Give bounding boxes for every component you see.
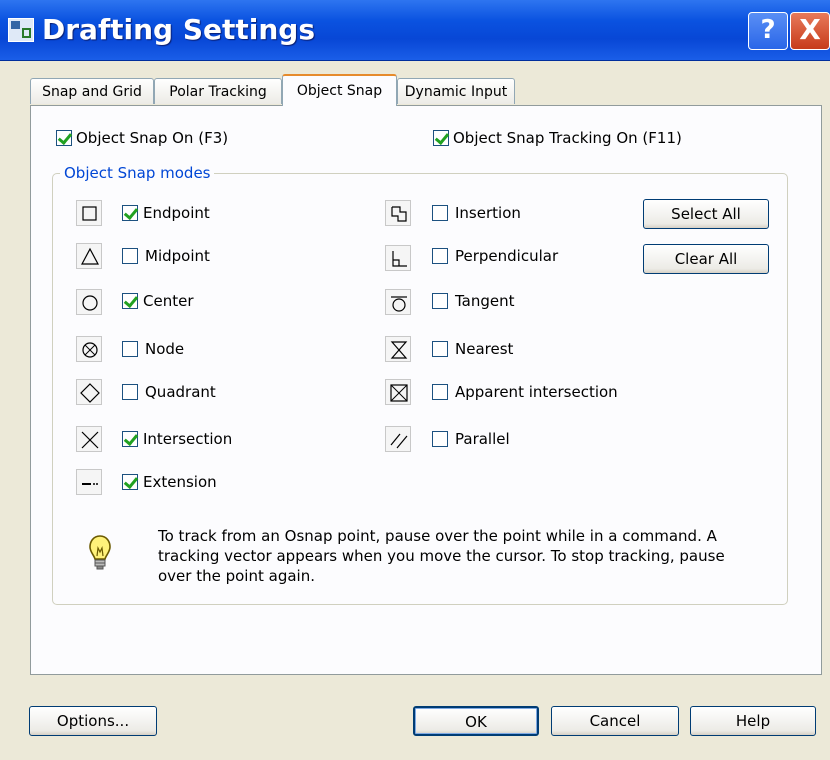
center-label: Center [143, 292, 194, 310]
endpoint-icon [76, 200, 102, 226]
midpoint-icon [76, 243, 102, 269]
node-label: Node [145, 340, 185, 358]
close-icon[interactable]: X [790, 12, 830, 50]
apparent-intersection-checkbox[interactable] [432, 384, 448, 400]
tracking-tip-text: To track from an Osnap point, pause over… [158, 527, 725, 585]
center-checkbox[interactable] [122, 293, 138, 309]
insertion-checkbox[interactable] [432, 205, 448, 221]
quadrant-checkbox[interactable] [122, 384, 138, 400]
midpoint-label: Midpoint [145, 247, 210, 265]
nearest-icon [385, 336, 411, 362]
object-snap-tracking-on-label: Object Snap Tracking On (F11) [453, 129, 682, 147]
tab-snap-and-grid[interactable]: Snap and Grid [30, 78, 154, 104]
options-button[interactable]: Options... [29, 706, 157, 736]
tab-dynamic-input[interactable]: Dynamic Input [397, 78, 515, 104]
object-snap-modes-title: Object Snap modes [60, 164, 215, 182]
parallel-icon [385, 426, 411, 452]
apparent-intersection-icon [385, 379, 411, 405]
cancel-button[interactable]: Cancel [551, 706, 679, 736]
insertion-icon [385, 200, 411, 226]
node-icon [76, 336, 102, 362]
quadrant-icon [76, 379, 102, 405]
clear-all-button[interactable]: Clear All [643, 244, 769, 274]
perpendicular-checkbox[interactable] [432, 248, 448, 264]
tab-polar-tracking[interactable]: Polar Tracking [154, 78, 282, 104]
tab-object-snap[interactable]: Object Snap [282, 74, 397, 106]
tangent-icon [385, 289, 411, 315]
apparent-intersection-label: Apparent intersection [455, 383, 618, 401]
help-button[interactable]: Help [690, 706, 816, 736]
parallel-checkbox[interactable] [432, 431, 448, 447]
nearest-checkbox[interactable] [432, 341, 448, 357]
nearest-label: Nearest [455, 340, 514, 358]
window-title: Drafting Settings [42, 13, 315, 46]
endpoint-label: Endpoint [143, 204, 210, 222]
center-icon [76, 289, 102, 315]
intersection-checkbox[interactable] [122, 431, 138, 447]
tangent-checkbox[interactable] [432, 293, 448, 309]
extension-icon [76, 469, 102, 495]
extension-label: Extension [143, 473, 217, 491]
intersection-label: Intersection [143, 430, 233, 448]
node-checkbox[interactable] [122, 341, 138, 357]
tangent-label: Tangent [455, 292, 515, 310]
select-all-button[interactable]: Select All [643, 199, 769, 229]
parallel-label: Parallel [455, 430, 510, 448]
drafting-settings-app-icon [8, 18, 34, 42]
ok-button[interactable]: OK [413, 706, 539, 736]
object-snap-on-checkbox[interactable] [56, 130, 72, 146]
quadrant-label: Quadrant [145, 383, 216, 401]
object-snap-on-label: Object Snap On (F3) [76, 129, 229, 147]
extension-checkbox[interactable] [122, 474, 138, 490]
midpoint-checkbox[interactable] [122, 248, 138, 264]
help-icon[interactable]: ? [748, 12, 788, 50]
insertion-label: Insertion [455, 204, 521, 222]
lightbulb-icon [88, 534, 112, 578]
endpoint-checkbox[interactable] [122, 205, 138, 221]
perpendicular-label: Perpendicular [455, 247, 559, 265]
title-bar[interactable]: Drafting Settings ? X [0, 0, 830, 61]
object-snap-tracking-on-checkbox[interactable] [433, 130, 449, 146]
perpendicular-icon [385, 245, 411, 271]
intersection-icon [76, 426, 102, 452]
